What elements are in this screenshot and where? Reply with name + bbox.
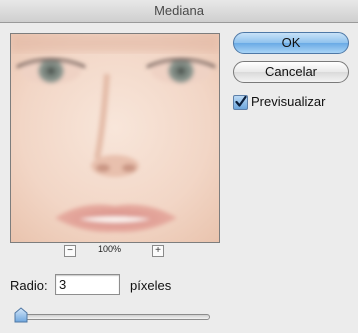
radius-input[interactable]	[55, 274, 120, 295]
ok-button[interactable]: OK	[233, 32, 349, 54]
zoom-controls: − 100% +	[62, 244, 168, 259]
radius-label: Radio:	[10, 278, 48, 293]
minus-icon: −	[67, 245, 73, 256]
zoom-level: 100%	[98, 244, 122, 254]
zoom-out-button[interactable]: −	[64, 245, 76, 257]
radius-slider-track[interactable]	[17, 314, 210, 320]
plus-icon: +	[155, 245, 161, 256]
radius-slider-thumb[interactable]	[14, 307, 28, 323]
preview-label: Previsualizar	[251, 94, 326, 109]
cancel-button[interactable]: Cancelar	[233, 61, 349, 83]
face-photo	[11, 34, 219, 242]
dialog-body: − 100% + OK Cancelar Previsualizar Radio…	[0, 23, 358, 333]
window-title: Mediana	[154, 3, 204, 18]
radius-unit-label: píxeles	[130, 278, 172, 293]
preview-checkbox[interactable]	[233, 95, 248, 110]
preview-image[interactable]	[10, 33, 220, 243]
zoom-in-button[interactable]: +	[152, 245, 164, 257]
window-titlebar: Mediana	[0, 0, 358, 23]
checkmark-icon	[235, 96, 247, 107]
